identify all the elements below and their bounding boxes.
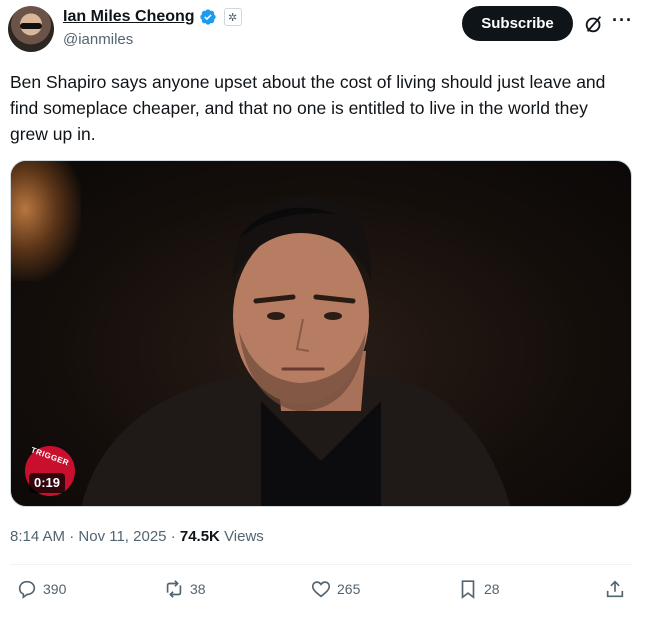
affiliation-icon[interactable]: ✲	[223, 8, 242, 26]
share-button[interactable]	[604, 578, 626, 600]
action-bar: 390 38 265 28	[0, 578, 648, 608]
author-name-row: Ian Miles Cheong ✲	[63, 8, 242, 26]
views-count: 74.5K	[179, 528, 220, 545]
video-frame	[81, 196, 511, 506]
bookmark-icon	[461, 580, 475, 599]
more-options-button[interactable]: ···	[612, 10, 633, 31]
bookmark-count: 28	[484, 581, 500, 597]
meta-separator: ·	[69, 528, 75, 545]
post-meta: 8:14 AM · Nov 11, 2025 · 74.5K Views	[10, 528, 264, 545]
post-date[interactable]: Nov 11, 2025	[78, 528, 166, 545]
meta-separator: ·	[170, 528, 176, 545]
video-duration: 0:19	[29, 473, 66, 493]
grok-icon[interactable]	[583, 13, 605, 35]
post-text: Ben Shapiro says anyone upset about the …	[10, 72, 606, 144]
bookmark-button[interactable]: 28	[457, 578, 500, 600]
repost-count: 38	[190, 581, 206, 597]
like-count: 265	[337, 581, 361, 597]
divider	[10, 564, 632, 565]
reply-icon	[18, 580, 36, 599]
heart-icon	[311, 581, 331, 598]
like-button[interactable]: 265	[310, 578, 360, 600]
share-icon	[606, 580, 624, 598]
author-handle[interactable]: @ianmiles	[63, 31, 133, 48]
repost-button[interactable]: 38	[163, 578, 206, 600]
avatar[interactable]	[8, 6, 54, 52]
repost-icon	[166, 580, 182, 598]
video-player[interactable]: TRIGGER 0:19	[10, 160, 632, 507]
views-label: Views	[224, 528, 264, 545]
post-time[interactable]: 8:14 AM	[10, 528, 65, 545]
reply-button[interactable]: 390	[16, 578, 66, 600]
author-name[interactable]: Ian Miles Cheong	[63, 8, 195, 26]
verified-badge-icon[interactable]	[199, 8, 217, 26]
avatar-glasses	[20, 23, 42, 29]
reply-count: 390	[43, 581, 67, 597]
subscribe-button[interactable]: Subscribe	[462, 6, 573, 41]
